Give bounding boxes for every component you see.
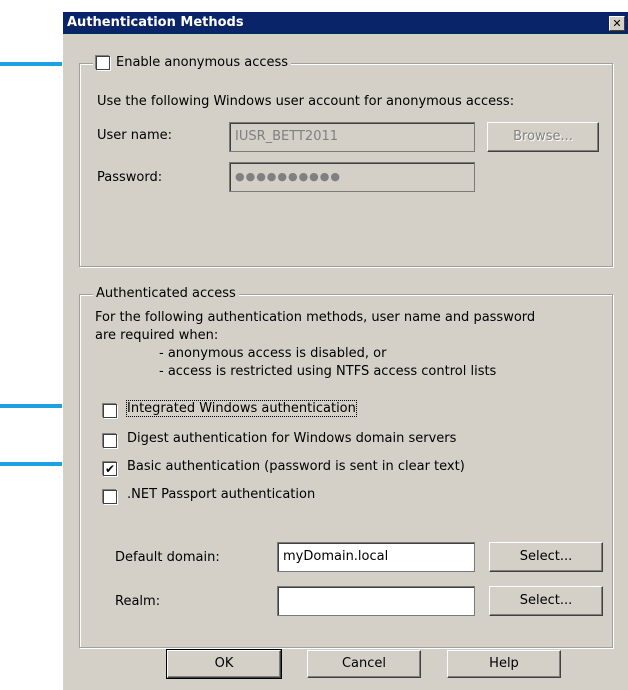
authenticated-description-line2: are required when: <box>95 328 219 343</box>
enable-anonymous-label: Enable anonymous access <box>116 55 289 70</box>
realm-label: Realm: <box>115 594 161 609</box>
passport-auth-label: .NET Passport authentication <box>127 487 316 502</box>
default-domain-field[interactable]: myDomain.local <box>277 542 475 572</box>
password-label: Password: <box>97 170 163 185</box>
title-bar: Authentication Methods ✕ <box>63 12 628 34</box>
bullet-ntfs-restricted: - access is restricted using NTFS access… <box>159 364 497 379</box>
ok-button[interactable]: OK <box>166 649 282 679</box>
basic-auth-checkbox[interactable]: ✔ <box>103 462 117 476</box>
browse-button[interactable]: Browse... <box>487 122 599 152</box>
realm-field[interactable] <box>277 586 475 616</box>
basic-auth-label: Basic authentication (password is sent i… <box>127 459 465 474</box>
passport-auth-checkbox[interactable] <box>103 490 117 504</box>
close-button[interactable]: ✕ <box>609 16 625 31</box>
authenticated-access-label: Authenticated access <box>93 286 239 301</box>
authentication-dialog: Authentication Methods ✕ Enable anonymou… <box>62 12 628 690</box>
anonymous-description: Use the following Windows user account f… <box>97 94 515 109</box>
default-domain-label: Default domain: <box>115 550 220 565</box>
integrated-windows-label: Integrated Windows authentication <box>126 400 357 417</box>
password-field[interactable]: ●●●●●●●●●● <box>229 162 475 192</box>
username-label: User name: <box>97 128 173 143</box>
anonymous-access-header: Enable anonymous access <box>93 55 292 70</box>
username-field[interactable]: IUSR_BETT2011 <box>229 122 475 152</box>
window-title: Authentication Methods <box>67 15 244 30</box>
bullet-anonymous-disabled: - anonymous access is disabled, or <box>159 346 387 361</box>
digest-auth-checkbox[interactable] <box>103 434 117 448</box>
integrated-windows-checkbox[interactable] <box>103 404 117 418</box>
digest-auth-label: Digest authentication for Windows domain… <box>127 431 457 446</box>
authenticated-description-line1: For the following authentication methods… <box>95 310 536 325</box>
cancel-button[interactable]: Cancel <box>307 650 421 678</box>
help-button[interactable]: Help <box>447 650 561 678</box>
select-domain-button[interactable]: Select... <box>489 542 603 572</box>
enable-anonymous-checkbox[interactable] <box>96 55 110 70</box>
select-realm-button[interactable]: Select... <box>489 586 603 616</box>
